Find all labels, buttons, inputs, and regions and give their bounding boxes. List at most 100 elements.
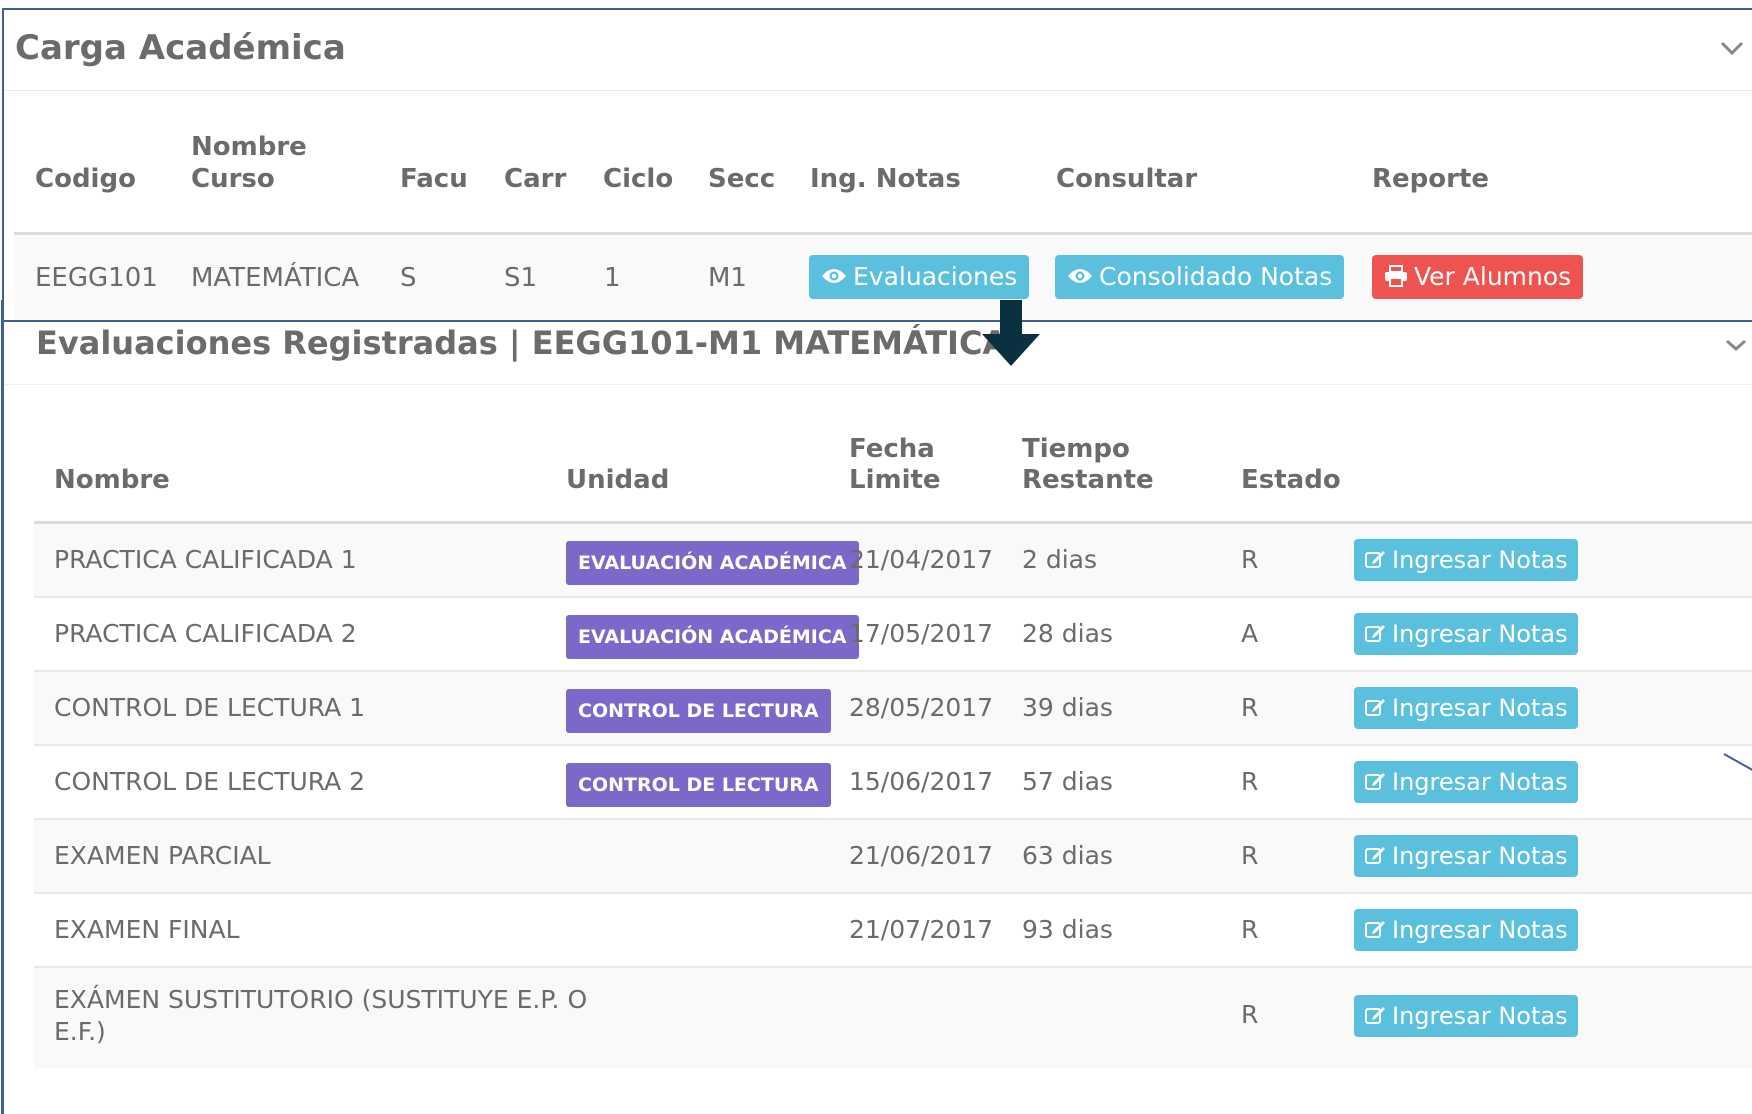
- cell-tiempo: 93 dias: [1022, 915, 1113, 944]
- cell-ciclo: 1: [604, 263, 621, 293]
- ingresar-notas-label: Ingresar Notas: [1392, 1002, 1568, 1030]
- carga-academica-header[interactable]: Carga Académica: [4, 10, 1752, 91]
- cell-estado: R: [1241, 841, 1259, 870]
- cell-nombre: EXAMEN FINAL: [54, 915, 240, 944]
- eye-icon: [822, 269, 846, 283]
- ingresar-notas-button[interactable]: Ingresar Notas: [1354, 613, 1578, 655]
- cell-fecha: 21/04/2017: [849, 545, 994, 574]
- table-row: EXAMEN PARCIAL 21/06/2017 63 dias R Ingr…: [34, 820, 1752, 894]
- table-row: PRACTICA CALIFICADA 2 EVALUACIÓN ACADÉMI…: [34, 598, 1752, 672]
- edit-icon: [1365, 551, 1385, 568]
- chevron-down-icon[interactable]: [1718, 38, 1746, 58]
- cell-tiempo: 57 dias: [1022, 767, 1113, 796]
- cell-fecha: 28/05/2017: [849, 693, 994, 722]
- table-row: CONTROL DE LECTURA 2 CONTROL DE LECTURA …: [34, 746, 1752, 820]
- cell-nombre: EXAMEN PARCIAL: [54, 841, 271, 870]
- unidad-badge: CONTROL DE LECTURA: [566, 689, 831, 733]
- ingresar-notas-button[interactable]: Ingresar Notas: [1354, 687, 1578, 729]
- evaluaciones-button[interactable]: Evaluaciones: [809, 255, 1030, 299]
- th-secc: Secc: [708, 164, 776, 194]
- th-unidad: Unidad: [566, 465, 670, 495]
- cell-tiempo: 63 dias: [1022, 841, 1113, 870]
- cell-estado: R: [1241, 1000, 1259, 1029]
- cell-nombre: PRACTICA CALIFICADA 2: [54, 619, 357, 648]
- edit-icon: [1365, 847, 1385, 864]
- cell-secc: M1: [708, 263, 747, 293]
- table-row: CONTROL DE LECTURA 1 CONTROL DE LECTURA …: [34, 672, 1752, 746]
- th-nombre-l1: Nombre: [191, 132, 307, 162]
- cell-fecha: 21/06/2017: [849, 841, 994, 870]
- ingresar-notas-label: Ingresar Notas: [1392, 768, 1568, 796]
- cell-fecha: 17/05/2017: [849, 619, 994, 648]
- ver-alumnos-button[interactable]: Ver Alumnos: [1372, 255, 1584, 299]
- ingresar-notas-label: Ingresar Notas: [1392, 620, 1568, 648]
- cell-nombre: CONTROL DE LECTURA 2: [54, 767, 366, 796]
- panel-edge-line: [1, 300, 4, 1114]
- th-codigo: Codigo: [35, 164, 136, 194]
- evaluaciones-title: Evaluaciones Registradas | EEGG101-M1 MA…: [36, 324, 1008, 362]
- ingresar-notas-button[interactable]: Ingresar Notas: [1354, 835, 1578, 877]
- ingresar-notas-button[interactable]: Ingresar Notas: [1354, 995, 1578, 1037]
- cell-tiempo: 39 dias: [1022, 693, 1113, 722]
- eye-icon: [1068, 269, 1092, 283]
- unidad-badge: EVALUACIÓN ACADÉMICA: [566, 541, 859, 585]
- cell-nombre: PRACTICA CALIFICADA 1: [54, 545, 357, 574]
- cell-fecha: 15/06/2017: [849, 767, 994, 796]
- cell-nombre-l1: EXÁMEN SUSTITUTORIO (SUSTITUYE E.P. O: [54, 985, 588, 1014]
- unidad-badge: EVALUACIÓN ACADÉMICA: [566, 615, 859, 659]
- annotation-line: [1723, 753, 1752, 771]
- th-tiempo-l1: Tiempo: [1022, 434, 1130, 464]
- th-facu: Facu: [400, 164, 468, 194]
- ingresar-notas-button[interactable]: Ingresar Notas: [1354, 539, 1578, 581]
- ingresar-notas-label: Ingresar Notas: [1392, 842, 1568, 870]
- ingresar-notas-button[interactable]: Ingresar Notas: [1354, 909, 1578, 951]
- edit-icon: [1365, 699, 1385, 716]
- ver-alumnos-button-label: Ver Alumnos: [1414, 262, 1572, 291]
- cell-estado: R: [1241, 545, 1259, 574]
- th-carr: Carr: [504, 164, 567, 194]
- th-nombre: Nombre: [54, 465, 170, 495]
- cell-estado: R: [1241, 767, 1259, 796]
- cell-tiempo: 28 dias: [1022, 619, 1113, 648]
- cell-carr: S1: [504, 263, 538, 293]
- th-tiempo-l2: Restante: [1022, 465, 1154, 495]
- cell-nombre: CONTROL DE LECTURA 1: [54, 693, 366, 722]
- ingresar-notas-label: Ingresar Notas: [1392, 916, 1568, 944]
- cell-fecha: 21/07/2017: [849, 915, 994, 944]
- edit-icon: [1365, 773, 1385, 790]
- edit-icon: [1365, 625, 1385, 642]
- consolidado-notas-button[interactable]: Consolidado Notas: [1055, 255, 1345, 299]
- th-reporte: Reporte: [1372, 164, 1490, 194]
- print-icon: [1385, 265, 1407, 287]
- table-row: EEGG101 MATEMÁTICA S S1 1 M1 Evaluacione…: [14, 235, 1752, 320]
- table-row: PRACTICA CALIFICADA 1 EVALUACIÓN ACADÉMI…: [34, 524, 1752, 598]
- th-nombre-l2: Curso: [191, 164, 275, 194]
- th-ing-notas: Ing. Notas: [810, 164, 961, 194]
- cell-estado: A: [1241, 619, 1259, 648]
- cell-codigo: EEGG101: [35, 263, 158, 293]
- carga-academica-title: Carga Académica: [15, 28, 346, 68]
- cell-estado: R: [1241, 915, 1259, 944]
- edit-icon: [1365, 921, 1385, 938]
- consolidado-notas-button-label: Consolidado Notas: [1099, 262, 1333, 291]
- carga-academica-panel: Carga Académica Codigo Nombre Curso Facu…: [2, 8, 1752, 322]
- th-estado: Estado: [1241, 465, 1341, 495]
- ingresar-notas-button[interactable]: Ingresar Notas: [1354, 761, 1578, 803]
- chevron-down-icon[interactable]: [1724, 336, 1748, 354]
- cell-facu: S: [400, 263, 417, 293]
- cell-estado: R: [1241, 693, 1259, 722]
- th-fecha-l2: Limite: [849, 465, 941, 495]
- th-consultar: Consultar: [1056, 164, 1198, 194]
- cell-nombre-l2: E.F.): [54, 1017, 106, 1046]
- table-row: EXÁMEN SUSTITUTORIO (SUSTITUYE E.P. O E.…: [34, 968, 1752, 1068]
- evaluaciones-button-label: Evaluaciones: [853, 262, 1018, 291]
- evaluaciones-header[interactable]: Evaluaciones Registradas | EEGG101-M1 MA…: [4, 322, 1752, 385]
- cell-curso: MATEMÁTICA: [191, 263, 360, 293]
- evaluaciones-panel: Evaluaciones Registradas | EEGG101-M1 MA…: [4, 322, 1752, 1114]
- ingresar-notas-label: Ingresar Notas: [1392, 546, 1568, 574]
- unidad-badge: CONTROL DE LECTURA: [566, 763, 831, 807]
- cell-tiempo: 2 dias: [1022, 545, 1098, 574]
- edit-icon: [1365, 1007, 1385, 1024]
- table-row: EXAMEN FINAL 21/07/2017 93 dias R Ingres…: [34, 894, 1752, 968]
- th-fecha-l1: Fecha: [849, 434, 935, 464]
